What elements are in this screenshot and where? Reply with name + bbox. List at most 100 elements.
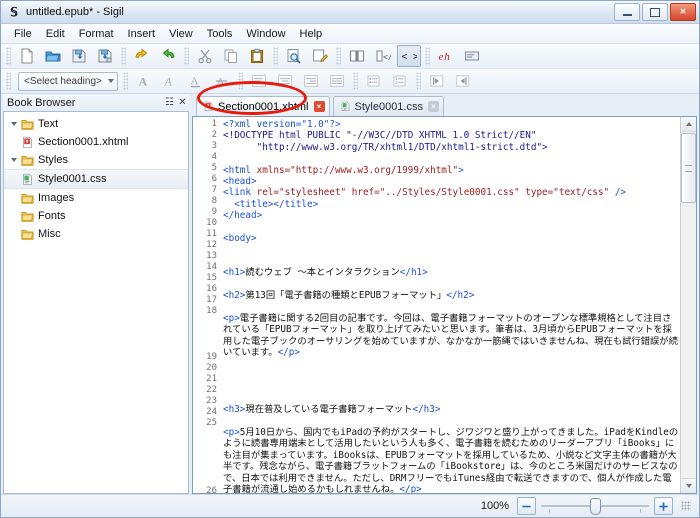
toolbar-grip-2[interactable] [121, 47, 126, 65]
close-icon[interactable]: ✕ [176, 96, 189, 109]
open-folder-icon[interactable] [41, 45, 65, 67]
align-center-icon[interactable] [273, 70, 297, 92]
toolbar-grip-10[interactable] [352, 72, 358, 90]
code-line: <p>電子書籍に関する2回目の記事です。今回は、電子書籍フォーマットのオープンな… [223, 313, 680, 359]
toolbar-grip-9[interactable] [237, 72, 243, 90]
bold-icon[interactable]: A [132, 70, 156, 92]
tab-style0001-css[interactable]: Style0001.css × [332, 96, 444, 116]
code-editor[interactable]: 1 2 3 4 5 6 7 8 9 10 11 12 13 14 15 16 17 18 19 20 21 22 23 24 2… [192, 116, 697, 494]
zoom-out-icon[interactable] [517, 497, 536, 515]
scroll-up-arrow-icon[interactable] [681, 117, 696, 132]
menu-insert[interactable]: Insert [121, 26, 163, 42]
scrollbar-thumb[interactable] [681, 133, 696, 203]
tab-close-button[interactable]: × [313, 101, 325, 112]
code-segment-tag: </p> [277, 347, 300, 359]
align-justify-icon[interactable] [325, 70, 349, 92]
svg-text:A: A [138, 75, 147, 89]
toolbar-grip[interactable] [6, 47, 11, 65]
tree-item-styles[interactable]: Styles [4, 151, 188, 169]
undock-icon[interactable]: ☷ [163, 96, 176, 109]
save-icon[interactable] [67, 45, 91, 67]
code-line: <!DOCTYPE html PUBLIC "-//W3C//DTD XHTML… [223, 130, 680, 141]
menu-window[interactable]: Window [239, 26, 292, 42]
line-number: 16 [206, 284, 217, 294]
tree-item-images[interactable]: Images [4, 189, 188, 207]
scroll-down-arrow-icon[interactable] [681, 478, 696, 493]
maximize-button[interactable] [642, 3, 668, 21]
paste-icon[interactable] [245, 45, 269, 67]
code-text[interactable]: <?xml version="1.0"?> <!DOCTYPE html PUBL… [221, 119, 680, 493]
toolbar-grip-7[interactable] [6, 72, 11, 90]
code-view-icon[interactable]: < > [397, 45, 421, 67]
line-number: 26 [206, 486, 217, 493]
menu-edit[interactable]: Edit [39, 26, 72, 42]
undo-icon[interactable] [130, 45, 154, 67]
cut-icon[interactable] [193, 45, 217, 67]
code-segment-text: 現在普及している電子書籍フォーマット [245, 404, 413, 416]
heading-select[interactable]: <Select heading> [18, 71, 118, 91]
toolbar-main: </> < > e h [1, 44, 699, 69]
menu-format[interactable]: Format [72, 26, 121, 42]
split-view-icon[interactable]: </> [371, 45, 395, 67]
tree-item-fonts[interactable]: Fonts [4, 207, 188, 225]
tree-item-label: Images [38, 192, 75, 204]
toolbar-grip-4[interactable] [273, 47, 278, 65]
italic-icon[interactable]: A [158, 70, 182, 92]
code-editor-surface[interactable]: 1 2 3 4 5 6 7 8 9 10 11 12 13 14 15 16 17 18 19 20 21 22 23 24 2… [193, 117, 680, 493]
zoom-in-icon[interactable] [654, 497, 673, 515]
tree-item-misc[interactable]: Misc [4, 225, 188, 243]
main-area: Book Browser ☷ ✕ Text Section0001.xhtml [1, 94, 699, 494]
new-file-icon[interactable] [15, 45, 39, 67]
editor-vertical-scrollbar[interactable] [680, 117, 696, 493]
menu-view[interactable]: View [162, 26, 200, 42]
numbered-list-icon[interactable]: 12 [388, 70, 412, 92]
tree-item-section0001-xhtml[interactable]: Section0001.xhtml [4, 133, 188, 151]
toolbar-grip-11[interactable] [415, 72, 421, 90]
toolbar-grip-5[interactable] [336, 47, 341, 65]
menu-help[interactable]: Help [293, 26, 330, 42]
tab-close-button[interactable]: × [427, 101, 439, 112]
tree-item-text[interactable]: Text [4, 115, 188, 133]
indent-icon[interactable] [451, 70, 475, 92]
code-line: <?xml version="1.0"?> [223, 119, 680, 130]
svg-text:A: A [163, 75, 172, 89]
align-left-icon[interactable] [247, 70, 271, 92]
underline-icon[interactable]: A [184, 70, 208, 92]
toolbar-grip-6[interactable] [425, 47, 430, 65]
epub-validate-icon[interactable]: e h [434, 45, 458, 67]
title-bar: 𝕊 untitled.epub* - Sigil ✕ [1, 1, 699, 24]
tree-item-style0001-css[interactable]: Style0001.css [4, 169, 188, 189]
resize-grip-icon[interactable] [681, 501, 691, 511]
save-as-icon[interactable] [93, 45, 117, 67]
outdent-icon[interactable] [425, 70, 449, 92]
disclosure-triangle-icon[interactable] [8, 158, 19, 162]
zoom-slider-tick [549, 509, 550, 513]
code-segment-tag: <head> [223, 176, 257, 188]
minimize-button[interactable] [614, 3, 640, 21]
bullet-list-icon[interactable] [362, 70, 386, 92]
disclosure-triangle-icon[interactable] [8, 122, 19, 126]
redo-icon[interactable] [156, 45, 180, 67]
toolbar-grip-8[interactable] [122, 72, 128, 90]
book-view-icon[interactable] [345, 45, 369, 67]
align-right-icon[interactable] [299, 70, 323, 92]
toolbar-grip-3[interactable] [184, 47, 189, 65]
metadata-icon[interactable] [460, 45, 484, 67]
tab-section0001-xhtml[interactable]: Section0001.xhtml × [196, 96, 330, 116]
css-file-icon [339, 101, 352, 112]
strikethrough-icon[interactable]: A [210, 70, 234, 92]
close-button[interactable]: ✕ [670, 3, 696, 21]
code-line: <head> [223, 176, 680, 187]
folder-icon [19, 154, 35, 167]
find-replace-icon[interactable] [282, 45, 306, 67]
line-number: 19 [206, 352, 217, 362]
zoom-slider-thumb[interactable] [590, 497, 601, 515]
spellcheck-icon[interactable] [308, 45, 332, 67]
zoom-slider[interactable] [541, 497, 649, 515]
menu-bar: File Edit Format Insert View Tools Windo… [1, 24, 699, 44]
book-browser-tree[interactable]: Text Section0001.xhtml Styles Style0001.… [3, 111, 189, 494]
copy-icon[interactable] [219, 45, 243, 67]
menu-file[interactable]: File [7, 26, 39, 42]
tab-bar: Section0001.xhtml × Style0001.css × [192, 94, 697, 116]
menu-tools[interactable]: Tools [200, 26, 240, 42]
